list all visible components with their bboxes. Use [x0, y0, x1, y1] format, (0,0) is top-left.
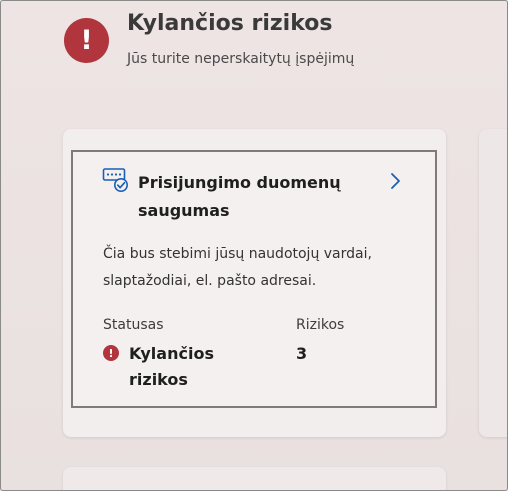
status-label: Statusas	[103, 317, 164, 333]
status-alert-icon: !	[103, 345, 119, 361]
page-subtitle: Jūs turite neperskaitytų įspėjimų	[127, 51, 355, 67]
card-description: Čia bus stebimi jūsų naudotojų vardai, s…	[103, 246, 372, 289]
credentials-check-icon	[102, 168, 128, 192]
risks-label: Rizikos	[296, 317, 345, 333]
status-value: Kylančios rizikos	[129, 344, 214, 389]
page-title: Kylančios rizikos	[127, 11, 333, 36]
lower-card-partial[interactable]	[63, 467, 446, 490]
risks-count: 3	[296, 344, 308, 363]
status-glyph: !	[108, 346, 114, 360]
alert-glyph: !	[80, 25, 93, 56]
next-card-partial[interactable]	[479, 129, 507, 437]
window-frame: ! Kylančios rizikos Jūs turite neperskai…	[0, 0, 508, 491]
exclamation-circle-icon: !	[64, 18, 109, 63]
card-title[interactable]: Prisijungimo duomenų saugumas	[138, 169, 378, 225]
chevron-right-icon[interactable]	[388, 172, 402, 190]
